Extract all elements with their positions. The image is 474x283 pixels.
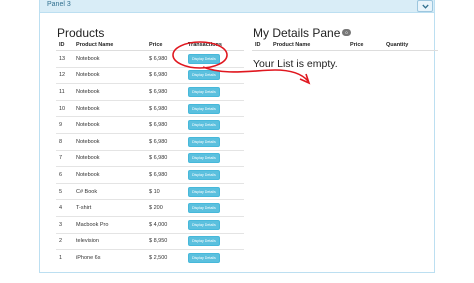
- details-column-header-id: ID: [252, 39, 270, 51]
- cell-product-name: Notebook: [73, 132, 146, 151]
- table-row: 12 Notebook $ 6,980 Display Details: [56, 66, 244, 84]
- cell-transactions: Display Details: [185, 99, 244, 117]
- products-header-row: ID Product Name Price Transactions: [56, 39, 244, 51]
- details-pane-heading: My Details Pane 0: [253, 26, 351, 40]
- details-table: ID Product Name Price Quantity: [252, 39, 438, 51]
- cell-price: $ 6,980: [146, 149, 185, 167]
- cell-id: 13: [59, 55, 66, 62]
- cell-transactions: Display Details: [185, 215, 244, 234]
- cell-price: $ 6,980: [146, 132, 185, 151]
- display-details-button[interactable]: Display Details: [188, 219, 220, 230]
- details-count-badge: 0: [342, 29, 351, 37]
- details-column-header-product-name: Product Name: [270, 39, 347, 51]
- table-row: 13 Notebook $ 6,980 Display Details: [56, 51, 244, 68]
- cell-product-name: C# Book: [73, 182, 146, 200]
- cell-price: $ 6,980: [146, 99, 185, 117]
- cell-product-name: Notebook: [73, 83, 146, 101]
- cell-transactions: Display Details: [185, 199, 244, 217]
- table-row: 3 Macbook Pro $ 4,000 Display Details: [56, 215, 244, 234]
- cell-transactions: Display Details: [185, 116, 244, 134]
- cell-product-name: television: [73, 232, 146, 250]
- table-row: 8 Notebook $ 6,980 Display Details: [56, 132, 244, 151]
- collapse-button[interactable]: [417, 0, 433, 12]
- cell-price: $ 10: [146, 182, 185, 200]
- panel-title: Panel 3: [47, 1, 71, 8]
- cell-price: $ 6,980: [146, 166, 185, 184]
- cell-price: $ 200: [146, 199, 185, 217]
- column-header-product-name: Product Name: [73, 39, 146, 51]
- cell-price: $ 4,000: [146, 215, 185, 234]
- cell-id: 2: [56, 232, 73, 250]
- cell-transactions: Display Details: [185, 149, 244, 167]
- cell-id: 3: [56, 215, 73, 234]
- details-column-header-quantity: Quantity: [383, 39, 438, 51]
- column-header-transactions: Transactions: [185, 39, 244, 51]
- cell-product-name: Notebook: [76, 55, 100, 62]
- table-row: 2 television $ 8,950 Display Details: [56, 232, 244, 250]
- cell-transactions: Display Details: [185, 166, 244, 184]
- display-details-button[interactable]: Display Details: [188, 103, 220, 114]
- table-row: 6 Notebook $ 6,980 Display Details: [56, 166, 244, 184]
- cell-product-name: T-shirt: [73, 199, 146, 217]
- cell-id: 12: [56, 66, 73, 84]
- display-details-button[interactable]: Display Details: [188, 136, 220, 147]
- display-details-button[interactable]: Display Details: [188, 86, 220, 97]
- panel-header: Panel 3: [40, 0, 434, 13]
- cell-transactions: Display Details: [185, 83, 244, 101]
- display-details-button[interactable]: Display Details: [188, 186, 220, 197]
- column-header-price: Price: [146, 39, 185, 51]
- cell-price: $ 6,980: [146, 116, 185, 134]
- cell-transactions: Display Details: [185, 249, 244, 266]
- display-details-button[interactable]: Display Details: [188, 203, 220, 214]
- cell-transactions: Display Details: [185, 232, 244, 250]
- cell-id: 7: [56, 149, 73, 167]
- display-details-button[interactable]: Display Details: [188, 153, 220, 164]
- products-table: ID Product Name Price Transactions 13 Not…: [56, 39, 244, 266]
- display-details-button[interactable]: Display Details: [188, 120, 220, 131]
- cell-transactions: Display Details: [185, 66, 244, 84]
- cell-price: $ 6,980: [146, 83, 185, 101]
- column-header-id: ID: [56, 39, 73, 51]
- cell-transactions: Display Details: [185, 51, 244, 68]
- cell-price: $ 2,500: [146, 249, 185, 266]
- table-row: 1 iPhone 6s $ 2,500 Display Details: [56, 249, 244, 266]
- cell-product-name: Notebook: [73, 116, 146, 134]
- display-details-button[interactable]: Display Details: [188, 53, 220, 64]
- chevron-down-icon: [421, 4, 429, 9]
- cell-transactions: Display Details: [185, 132, 244, 151]
- table-row: 9 Notebook $ 6,980 Display Details: [56, 116, 244, 134]
- cell-product-name: iPhone 6s: [73, 249, 146, 266]
- details-column-header-price: Price: [347, 39, 383, 51]
- cell-price: $ 8,950: [146, 232, 185, 250]
- cell-transactions: Display Details: [185, 182, 244, 200]
- display-details-button[interactable]: Display Details: [188, 169, 220, 180]
- table-row: 5 C# Book $ 10 Display Details: [56, 182, 244, 200]
- cell-id: 5: [56, 182, 73, 200]
- cell-id: 11: [56, 83, 73, 101]
- cell-id: 10: [56, 99, 73, 117]
- cell-id: 8: [56, 132, 73, 151]
- cell-id: 6: [56, 166, 73, 184]
- cell-id: 9: [56, 116, 73, 134]
- details-header-row: ID Product Name Price Quantity: [252, 39, 438, 51]
- cell-product-name: Notebook: [73, 66, 146, 84]
- cell-price: $ 6,980: [146, 66, 185, 84]
- display-details-button[interactable]: Display Details: [188, 70, 220, 81]
- table-row: 10 Notebook $ 6,980 Display Details: [56, 99, 244, 117]
- table-row: 11 Notebook $ 6,980 Display Details: [56, 83, 244, 101]
- display-details-button[interactable]: Display Details: [188, 252, 220, 263]
- empty-list-message: Your List is empty.: [253, 58, 338, 70]
- cell-id: 4: [56, 199, 73, 217]
- cell-product-name: Notebook: [73, 166, 146, 184]
- cell-id: 1: [56, 249, 73, 266]
- cell-product-name: Notebook: [73, 99, 146, 117]
- table-row: 7 Notebook $ 6,980 Display Details: [56, 149, 244, 167]
- table-row: 4 T-shirt $ 200 Display Details: [56, 199, 244, 217]
- products-heading: Products: [57, 26, 105, 40]
- cell-product-name: Notebook: [73, 149, 146, 167]
- cell-price: $ 6,980: [149, 55, 168, 62]
- details-pane-title: My Details Pane: [253, 26, 341, 40]
- display-details-button[interactable]: Display Details: [188, 236, 220, 247]
- cell-product-name: Macbook Pro: [73, 215, 146, 234]
